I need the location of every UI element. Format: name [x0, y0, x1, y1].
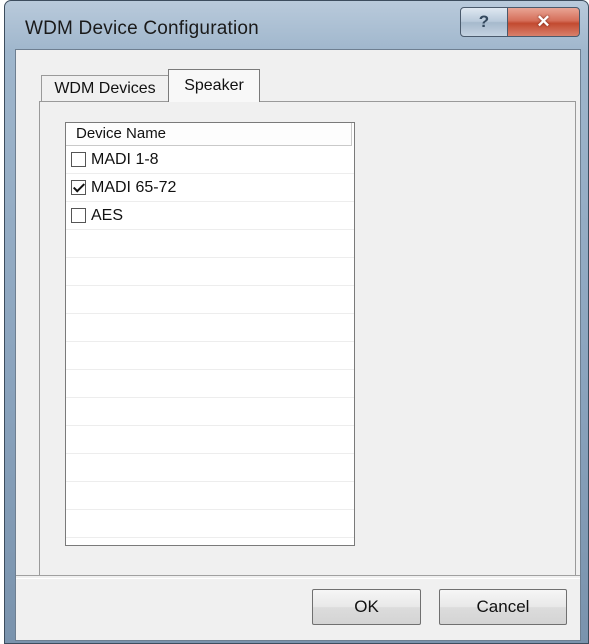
close-icon: ✕ [536, 12, 551, 31]
help-icon: ? [478, 12, 490, 31]
list-item-label: MADI 1-8 [91, 150, 159, 168]
device-list[interactable]: Device Name MADI 1-8 MADI 65-72 AES [65, 122, 355, 546]
window-title: WDM Device Configuration [25, 18, 259, 39]
dialog-client-area: WDM Devices Speaker Device Name MADI 1-8… [15, 49, 581, 641]
empty-row [66, 258, 354, 286]
list-rows: MADI 1-8 MADI 65-72 AES [66, 146, 354, 538]
checkbox-madi-1-8[interactable] [71, 152, 86, 167]
ok-button[interactable]: OK [312, 589, 421, 625]
list-item[interactable]: MADI 65-72 [66, 174, 354, 202]
tab-wdm-devices[interactable]: WDM Devices [41, 75, 169, 102]
list-header: Device Name [66, 123, 352, 146]
empty-row [66, 370, 354, 398]
empty-row [66, 426, 354, 454]
tab-speaker[interactable]: Speaker [168, 69, 260, 102]
checkbox-aes[interactable] [71, 208, 86, 223]
empty-row [66, 482, 354, 510]
dialog-window: WDM Device Configuration ? ✕ WDM Devices… [4, 0, 589, 644]
list-item-label: MADI 65-72 [91, 178, 177, 196]
tab-panel-speaker: Device Name MADI 1-8 MADI 65-72 AES [39, 101, 576, 576]
empty-row [66, 342, 354, 370]
empty-row [66, 454, 354, 482]
list-item[interactable]: AES [66, 202, 354, 230]
list-item[interactable]: MADI 1-8 [66, 146, 354, 174]
empty-row [66, 398, 354, 426]
empty-row [66, 286, 354, 314]
help-button[interactable]: ? [460, 7, 508, 37]
empty-row [66, 230, 354, 258]
close-button[interactable]: ✕ [507, 7, 580, 37]
column-header-device-name[interactable]: Device Name [66, 123, 352, 145]
list-item-label: AES [91, 206, 124, 224]
checkbox-madi-65-72[interactable] [71, 180, 86, 195]
empty-row [66, 510, 354, 538]
empty-row [66, 314, 354, 342]
cancel-button[interactable]: Cancel [439, 589, 567, 625]
separator [16, 575, 580, 579]
